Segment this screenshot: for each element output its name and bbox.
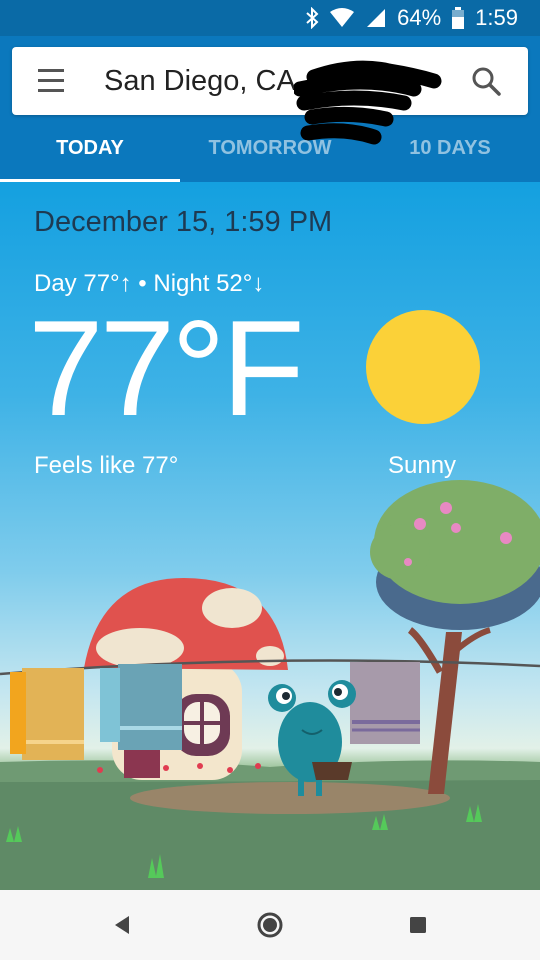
tab-today[interactable]: TODAY <box>0 126 180 182</box>
status-time: 1:59 <box>475 5 518 30</box>
search-icon[interactable] <box>470 65 502 97</box>
wifi-icon <box>329 8 355 28</box>
signal-icon <box>365 8 387 28</box>
weather-condition: Sunny <box>388 452 457 479</box>
recents-icon[interactable] <box>403 910 433 940</box>
tab-tomorrow[interactable]: TOMORROW <box>180 126 360 182</box>
battery-icon <box>451 7 465 29</box>
menu-icon[interactable] <box>38 69 64 93</box>
status-icons: 64% 1:59 <box>305 5 518 30</box>
status-bar: 64% 1:59 <box>0 0 540 36</box>
navigation-bar <box>0 890 540 960</box>
day-tabs: TODAY TOMORROW 10 DAYS <box>0 126 540 182</box>
location-search-bar[interactable]: San Diego, CA <box>12 47 528 145</box>
home-icon[interactable] <box>255 910 285 940</box>
sun-icon <box>366 310 480 424</box>
app-header: San Diego, CA TODAY TOMORROW 10 DAYS <box>0 36 540 182</box>
bluetooth-icon <box>305 7 319 29</box>
battery-percent: 64% <box>397 5 442 30</box>
location-text[interactable]: San Diego, CA <box>104 65 296 98</box>
feels-like: Feels like 77° <box>34 452 179 479</box>
weather-panel: December 15, 1:59 PM Day 77°↑ • Night 52… <box>0 182 540 890</box>
current-temperature: 77°F <box>28 292 305 444</box>
back-icon[interactable] <box>107 910 137 940</box>
tab-10-days[interactable]: 10 DAYS <box>360 126 540 182</box>
date-time: December 15, 1:59 PM <box>34 206 333 238</box>
